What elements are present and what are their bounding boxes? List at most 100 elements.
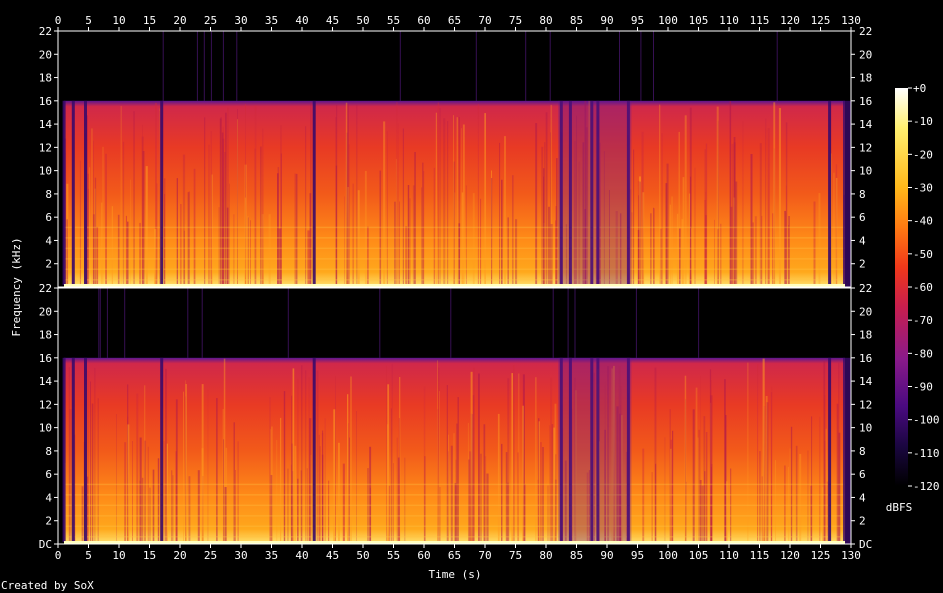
y-tick-label-right: 6: [859, 468, 866, 481]
y-tick-label-left: 16: [39, 95, 52, 108]
spectral-streak: [555, 454, 557, 544]
spectral-streak: [838, 362, 840, 544]
x-tick-label-bottom: 80: [539, 549, 552, 562]
y-tick-label-left: 10: [39, 422, 52, 435]
y-tick-label-right: 4: [859, 491, 866, 504]
spectral-streak: [116, 414, 117, 544]
spectral-streak: [446, 385, 448, 544]
x-tick-label-top: 65: [448, 14, 461, 27]
spectral-streak: [453, 115, 454, 287]
spectral-streak: [513, 365, 515, 544]
spectral-streak: [478, 373, 480, 544]
signal-dropout: [71, 100, 75, 286]
spectral-streak: [102, 146, 104, 287]
spectral-streak: [484, 113, 486, 287]
y-tick-label-left: 4: [45, 491, 52, 504]
transient-line: [98, 288, 100, 358]
x-tick-label-top: 75: [509, 14, 522, 27]
x-tick-label-top: 0: [55, 14, 62, 27]
x-tick-label-bottom: 70: [478, 549, 491, 562]
spectral-streak: [188, 476, 191, 544]
harmonic-band: [64, 494, 845, 496]
spectral-streak: [305, 126, 307, 287]
spectral-streak: [414, 152, 416, 287]
x-tick-label-bottom: 75: [509, 549, 522, 562]
x-tick-label-top: 110: [719, 14, 739, 27]
x-tick-label-top: 70: [478, 14, 491, 27]
y-tick-label-left: 16: [39, 352, 52, 365]
y-tick-label-right: 16: [859, 95, 872, 108]
spectral-streak: [237, 109, 238, 287]
spectral-streak: [204, 117, 206, 288]
colorbar-tick-label: -80: [913, 347, 933, 360]
colorbar-tick-label: -110: [913, 447, 940, 460]
transient-line: [210, 31, 212, 101]
spectral-streak: [235, 470, 236, 544]
spectral-streak: [328, 480, 330, 544]
spectral-streak: [342, 463, 345, 544]
spectral-streak: [501, 179, 503, 287]
spectral-streak: [324, 418, 326, 544]
harmonic-band: [64, 279, 845, 281]
spectral-streak: [141, 477, 144, 544]
spectral-streak: [92, 214, 95, 287]
low-energy-region: [558, 357, 632, 545]
x-tick-label-top: 5: [85, 14, 92, 27]
spectral-streak: [136, 393, 139, 544]
spectral-streak: [665, 183, 668, 287]
spectral-streak: [216, 398, 218, 544]
spectral-streak: [90, 381, 91, 544]
x-tick-label-bottom: 60: [417, 549, 430, 562]
spectral-streak: [448, 434, 449, 544]
spectral-streak: [301, 365, 303, 544]
spectral-streak: [633, 149, 635, 287]
x-tick-label-top: 120: [780, 14, 800, 27]
fade-out-region: [843, 357, 851, 545]
spectral-streak: [233, 214, 235, 287]
spectral-streak: [165, 368, 167, 544]
spectral-streak: [548, 206, 550, 287]
spectral-streak: [772, 213, 774, 287]
spectral-streak: [491, 178, 493, 287]
spectral-streak: [394, 201, 396, 287]
y-tick-label-right: 22: [859, 282, 872, 295]
y-tick-label-right: 8: [859, 188, 866, 201]
spectral-streak: [453, 433, 455, 544]
spectral-streak: [349, 437, 350, 544]
x-tick-label-top: 90: [600, 14, 613, 27]
x-tick-label-bottom: 30: [234, 549, 247, 562]
spectral-streak: [405, 226, 408, 287]
x-tick-label-bottom: 115: [750, 549, 770, 562]
spectral-streak: [650, 213, 652, 287]
spectral-streak: [761, 476, 763, 544]
y-tick-label-left: 8: [45, 188, 52, 201]
x-tick-label-top: 60: [417, 14, 430, 27]
spectral-streak: [94, 177, 97, 287]
x-tick-label-bottom: 120: [780, 549, 800, 562]
spectral-streak: [457, 397, 459, 544]
x-tick-label-bottom: 100: [658, 549, 678, 562]
y-tick-label-right: 18: [859, 72, 872, 85]
spectral-streak: [159, 108, 161, 288]
x-tick-label-bottom: 125: [811, 549, 831, 562]
spectral-streak: [684, 115, 687, 287]
x-tick-label-bottom: 65: [448, 549, 461, 562]
y-tick-label-left: 14: [39, 118, 53, 131]
y-tick-label-left: 18: [39, 72, 52, 85]
transient-line: [162, 31, 164, 101]
signal-dropout: [84, 357, 87, 543]
spectral-streak: [96, 226, 99, 287]
y-tick-label-left: 10: [39, 165, 52, 178]
spectral-streak: [682, 177, 685, 287]
x-tick-label-top: 35: [265, 14, 278, 27]
spectral-streak: [310, 454, 312, 544]
spectral-streak: [139, 437, 142, 544]
colorbar-tick-label: -100: [913, 414, 940, 427]
spectral-streak: [367, 226, 369, 287]
spectral-streak: [676, 213, 679, 287]
x-tick-label-top: 115: [750, 14, 770, 27]
spectral-streak: [659, 104, 661, 287]
x-tick-label-bottom: 10: [112, 549, 125, 562]
spectral-streak: [704, 471, 706, 544]
signal-dropout: [312, 100, 316, 286]
